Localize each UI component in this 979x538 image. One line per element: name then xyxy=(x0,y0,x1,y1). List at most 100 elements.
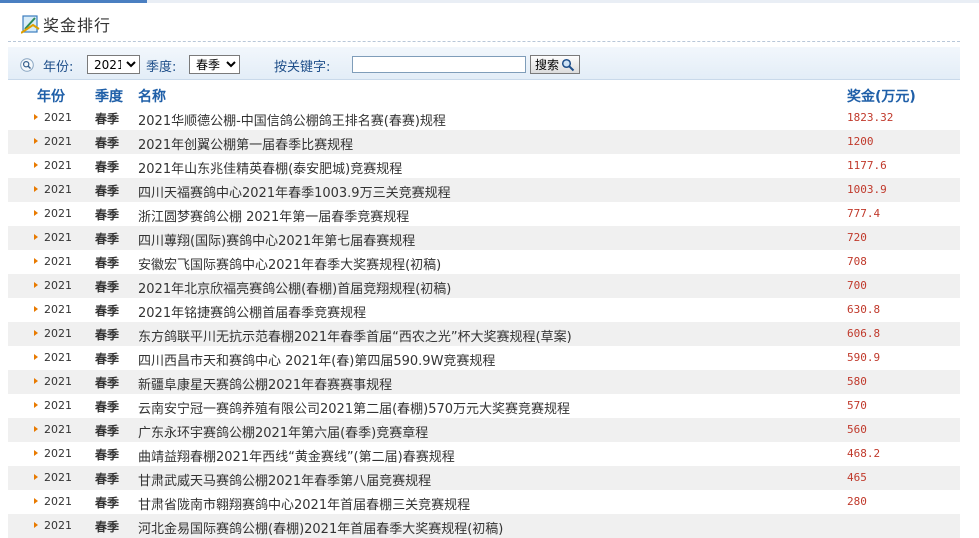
table-row[interactable]: 2021 春季 新疆阜康星天赛鸽公棚2021年春赛赛事规程 580 xyxy=(8,370,960,394)
row-bullet-icon xyxy=(34,162,38,168)
row-season: 春季 xyxy=(95,496,120,510)
search-button[interactable]: 搜索 xyxy=(530,55,580,74)
row-bullet-icon xyxy=(34,138,38,144)
row-year: 2021 xyxy=(44,183,72,196)
season-select[interactable]: 春季 xyxy=(189,55,240,74)
row-season: 春季 xyxy=(95,424,120,438)
table-row[interactable]: 2021 春季 四川西昌市天和赛鸽中心 2021年(春)第四届590.9W竞赛规程 5… xyxy=(8,346,960,370)
table-row[interactable]: 2021 春季 2021华顺德公棚-中国信鸽公棚鸽王排名赛(春赛)规程 1823.32 xyxy=(8,106,960,130)
header-season: 季度 xyxy=(95,89,123,105)
table-row[interactable]: 2021 春季 广东永环宇赛鸽公棚2021年第六届(春季)竞赛章程 560 xyxy=(8,418,960,442)
row-year: 2021 xyxy=(44,279,72,292)
table-row[interactable]: 2021 春季 甘肃武威天马赛鸽公棚2021年春季第八届竞赛规程 465 xyxy=(8,466,960,490)
row-bullet-icon xyxy=(34,234,38,240)
row-bullet-icon xyxy=(34,450,38,456)
row-prize: 777.4 xyxy=(847,207,881,220)
row-season: 春季 xyxy=(95,448,120,462)
table-row[interactable]: 2021 春季 云南安宁冠一赛鸽养殖有限公司2021第二届(春棚)570万元大奖赛竞… xyxy=(8,394,960,418)
table-row[interactable]: 2021 春季 河北金易国际赛鸽公棚(春棚)2021年首届春季大奖赛规程(初稿) xyxy=(8,514,960,538)
row-season: 春季 xyxy=(95,352,120,366)
table-row[interactable]: 2021 春季 四川天福赛鸽中心2021年春季1003.9万三关竞赛规程 1003.9 xyxy=(8,178,960,202)
row-prize: 630.8 xyxy=(847,303,881,316)
row-prize: 708 xyxy=(847,255,867,268)
row-name-link[interactable]: 曲靖益翔春棚2021年西线“黄金赛线”(第二届)春赛规程 xyxy=(138,446,455,465)
row-year: 2021 xyxy=(44,447,72,460)
row-year: 2021 xyxy=(44,159,72,172)
row-prize: 465 xyxy=(847,471,867,484)
row-name-link[interactable]: 2021年创翼公棚第一届春季比赛规程 xyxy=(138,134,353,153)
row-year: 2021 xyxy=(44,207,72,220)
row-season: 春季 xyxy=(95,232,120,246)
row-bullet-icon xyxy=(34,330,38,336)
table-row[interactable]: 2021 春季 浙江圆梦赛鸽公棚 2021年第一届春季竞赛规程 777.4 xyxy=(8,202,960,226)
row-name-link[interactable]: 河北金易国际赛鸽公棚(春棚)2021年首届春季大奖赛规程(初稿) xyxy=(138,518,503,537)
table-row[interactable]: 2021 春季 安徽宏飞国际赛鸽中心2021年春季大奖赛规程(初稿) 708 xyxy=(8,250,960,274)
row-name-link[interactable]: 2021年山东兆佳精英春棚(泰安肥城)竞赛规程 xyxy=(138,158,402,177)
row-name-link[interactable]: 云南安宁冠一赛鸽养殖有限公司2021第二届(春棚)570万元大奖赛竞赛规程 xyxy=(138,398,570,417)
row-name-link[interactable]: 甘肃武威天马赛鸽公棚2021年春季第八届竞赛规程 xyxy=(138,470,431,489)
row-name-link[interactable]: 广东永环宇赛鸽公棚2021年第六届(春季)竞赛章程 xyxy=(138,422,428,441)
prize-ranking-table: 年份 季度 名称 奖金(万元) 2021 春季 2021华顺德公棚-中国信鸽公棚鸽王… xyxy=(8,84,960,538)
row-season: 春季 xyxy=(95,136,120,150)
row-season: 春季 xyxy=(95,328,120,342)
row-name-link[interactable]: 2021年北京欣福亮赛鸽公棚(春棚)首届竞翔规程(初稿) xyxy=(138,278,451,297)
row-season: 春季 xyxy=(95,112,120,126)
ranking-page-icon xyxy=(21,15,40,34)
row-year: 2021 xyxy=(44,135,72,148)
top-bar xyxy=(0,0,979,3)
row-prize: 700 xyxy=(847,279,867,292)
table-row[interactable]: 2021 春季 2021年山东兆佳精英春棚(泰安肥城)竞赛规程 1177.6 xyxy=(8,154,960,178)
keyword-label: 按关键字: xyxy=(274,60,331,75)
table-row[interactable]: 2021 春季 2021年创翼公棚第一届春季比赛规程 1200 xyxy=(8,130,960,154)
row-year: 2021 xyxy=(44,519,72,532)
row-bullet-icon xyxy=(34,114,38,120)
row-name-link[interactable]: 安徽宏飞国际赛鸽中心2021年春季大奖赛规程(初稿) xyxy=(138,254,441,273)
row-season: 春季 xyxy=(95,376,120,390)
row-name-link[interactable]: 2021年铭捷赛鸽公棚首届春季竞赛规程 xyxy=(138,302,366,321)
row-prize: 720 xyxy=(847,231,867,244)
row-name-link[interactable]: 四川蓴翔(国际)赛鸽中心2021年第七届春赛规程 xyxy=(138,230,415,249)
row-season: 春季 xyxy=(95,184,120,198)
active-tab-indicator xyxy=(0,0,147,3)
table-row[interactable]: 2021 春季 四川蓴翔(国际)赛鸽中心2021年第七届春赛规程 720 xyxy=(8,226,960,250)
row-year: 2021 xyxy=(44,375,72,388)
row-name-link[interactable]: 四川天福赛鸽中心2021年春季1003.9万三关竞赛规程 xyxy=(138,182,451,201)
row-prize: 1003.9 xyxy=(847,183,887,196)
row-bullet-icon xyxy=(34,522,38,528)
row-year: 2021 xyxy=(44,255,72,268)
row-name-link[interactable]: 浙江圆梦赛鸽公棚 2021年第一届春季竞赛规程 xyxy=(138,206,409,225)
row-name-link[interactable]: 四川西昌市天和赛鸽中心 2021年(春)第四届590.9W竞赛规程 xyxy=(138,350,495,369)
row-bullet-icon xyxy=(34,258,38,264)
page-title: 奖金排行 xyxy=(43,16,112,35)
header-year: 年份 xyxy=(37,89,65,105)
row-prize: 590.9 xyxy=(847,351,881,364)
row-name-link[interactable]: 东方鸽联平川无抗示范春棚2021年春季首届“西农之光”杯大奖赛规程(草案) xyxy=(138,326,572,345)
row-bullet-icon xyxy=(34,354,38,360)
table-row[interactable]: 2021 春季 甘肃省陇南市翱翔赛鸽中心2021年首届春棚三关竞赛规程 280 xyxy=(8,490,960,514)
row-year: 2021 xyxy=(44,111,72,124)
row-bullet-icon xyxy=(34,306,38,312)
row-bullet-icon xyxy=(34,402,38,408)
table-row[interactable]: 2021 春季 2021年铭捷赛鸽公棚首届春季竞赛规程 630.8 xyxy=(8,298,960,322)
row-year: 2021 xyxy=(44,399,72,412)
year-select[interactable]: 2021 xyxy=(87,55,140,74)
table-row[interactable]: 2021 春季 东方鸽联平川无抗示范春棚2021年春季首届“西农之光”杯大奖赛规程(… xyxy=(8,322,960,346)
row-name-link[interactable]: 甘肃省陇南市翱翔赛鸽中心2021年首届春棚三关竞赛规程 xyxy=(138,494,470,513)
row-name-link[interactable]: 新疆阜康星天赛鸽公棚2021年春赛赛事规程 xyxy=(138,374,392,393)
row-bullet-icon xyxy=(34,474,38,480)
keyword-input[interactable] xyxy=(352,56,526,73)
table-row[interactable]: 2021 春季 2021年北京欣福亮赛鸽公棚(春棚)首届竞翔规程(初稿) 700 xyxy=(8,274,960,298)
row-season: 春季 xyxy=(95,472,120,486)
row-name-link[interactable]: 2021华顺德公棚-中国信鸽公棚鸽王排名赛(春赛)规程 xyxy=(138,110,446,129)
table-row[interactable]: 2021 春季 曲靖益翔春棚2021年西线“黄金赛线”(第二届)春赛规程 468.2 xyxy=(8,442,960,466)
row-prize: 468.2 xyxy=(847,447,881,460)
row-year: 2021 xyxy=(44,351,72,364)
row-prize: 1823.32 xyxy=(847,111,894,124)
row-year: 2021 xyxy=(44,471,72,484)
page-header: 奖金排行 xyxy=(0,6,979,40)
row-prize: 1200 xyxy=(847,135,874,148)
row-year: 2021 xyxy=(44,495,72,508)
row-prize: 280 xyxy=(847,495,867,508)
table-body: 2021 春季 2021华顺德公棚-中国信鸽公棚鸽王排名赛(春赛)规程 1823.32… xyxy=(8,106,960,538)
row-bullet-icon xyxy=(34,186,38,192)
